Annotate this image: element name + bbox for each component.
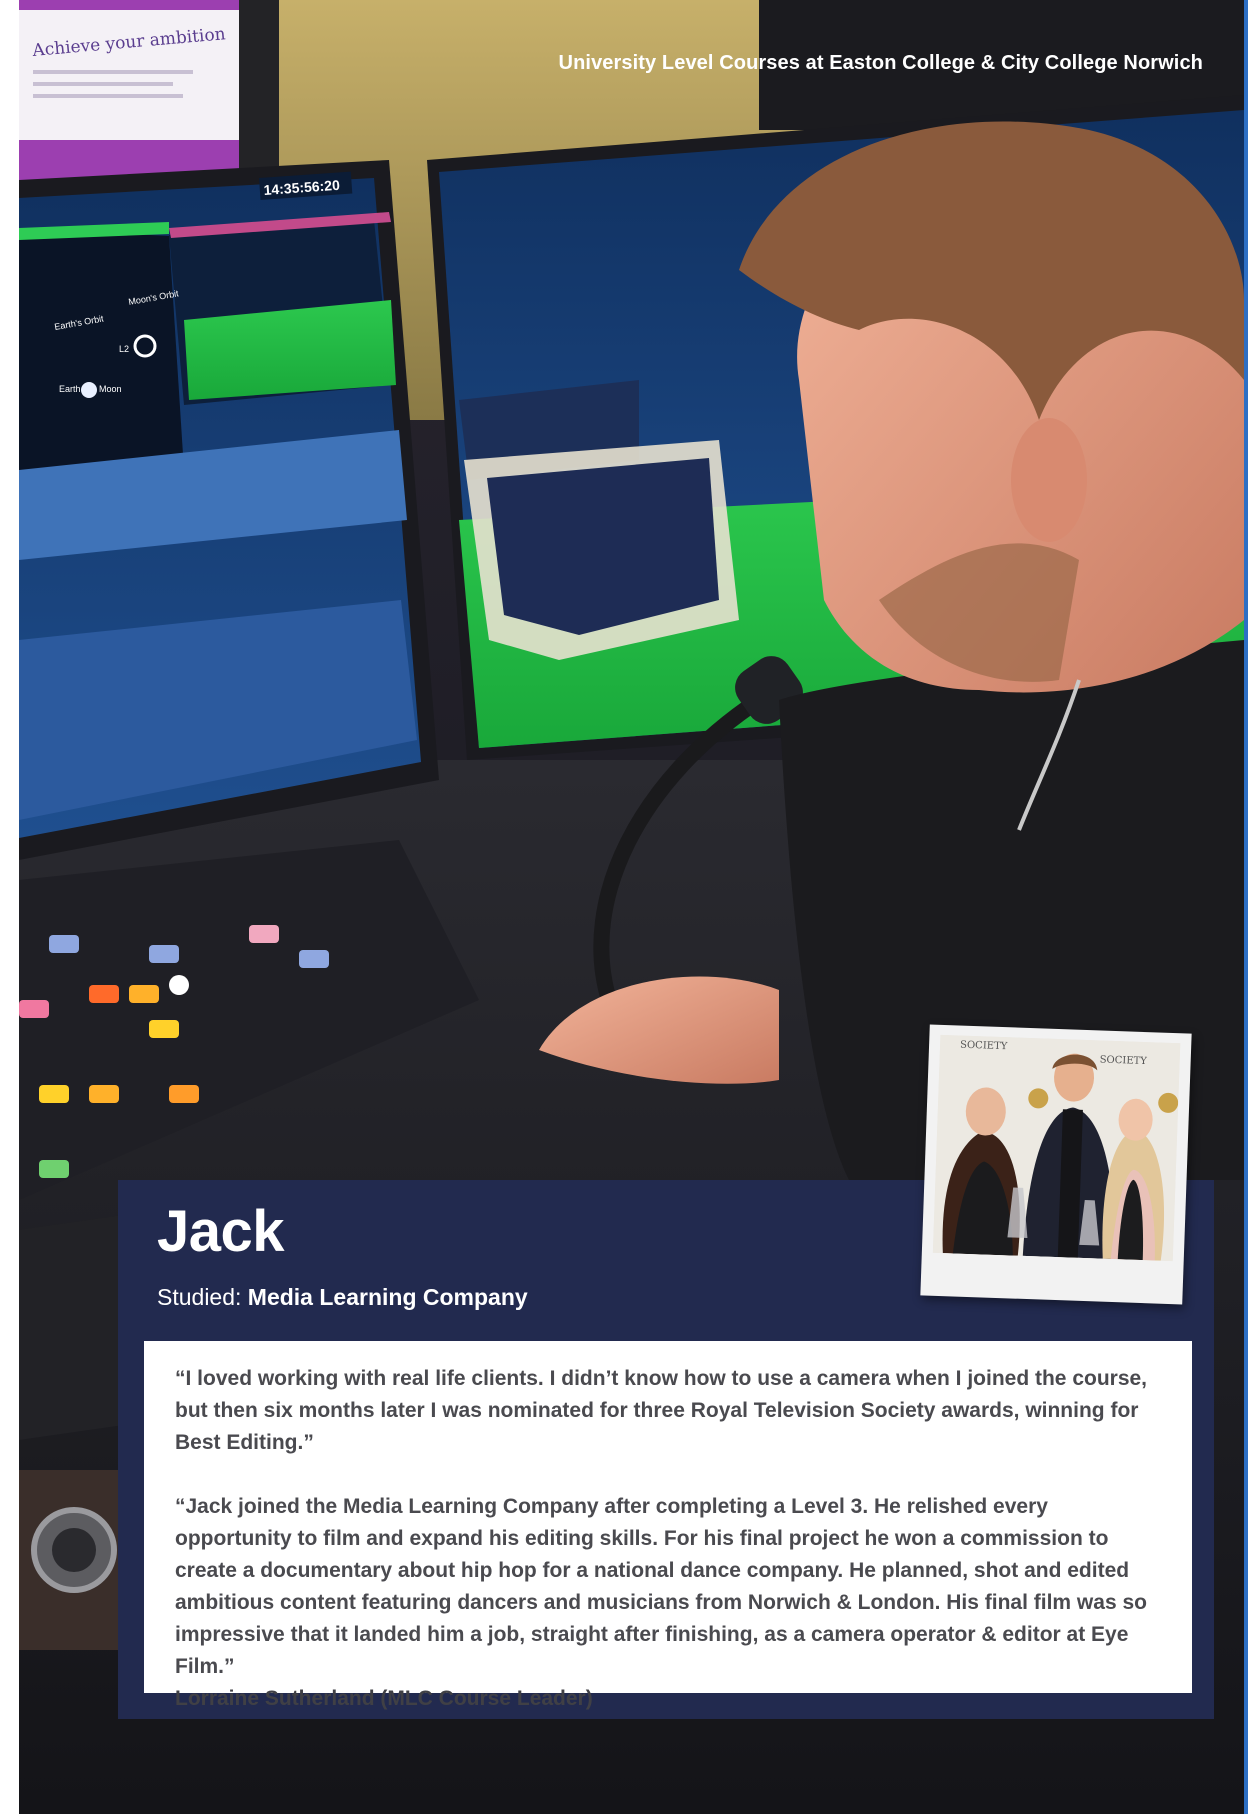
left-page-margin xyxy=(0,0,19,1814)
left-monitor: Earth's Orbit Moon's Orbit Earth Moon L2… xyxy=(19,160,439,860)
header-title: University Level Courses at Easton Colle… xyxy=(558,52,1203,74)
orbit-label-l2: L2 xyxy=(119,344,129,354)
brochure-page: Achieve your ambition Earth's Orbit Moon… xyxy=(0,0,1251,1814)
right-page-margin xyxy=(1244,0,1251,1814)
studied-label: Studied: xyxy=(157,1284,242,1310)
wristwatch xyxy=(19,1470,119,1650)
backdrop-word: SOCIETY xyxy=(1099,1054,1147,1067)
student-name: Jack xyxy=(157,1199,285,1264)
course-leader-attribution: Lorraine Sutherland (MLC Course Leader) xyxy=(175,1687,593,1710)
award-photo-illustration: SOCIETY SOCIETY xyxy=(932,1034,1181,1262)
course-name: Media Learning Company xyxy=(247,1284,528,1310)
orbit-label-moon: Moon xyxy=(99,384,122,394)
studied-line: Studied: Media Learning Company xyxy=(157,1284,528,1311)
student-quote: “I loved working with real life clients.… xyxy=(175,1367,1148,1454)
course-leader-quote: “Jack joined the Media Learning Company … xyxy=(175,1495,1147,1678)
accent-edge xyxy=(1244,0,1248,1814)
orbit-label-earth: Earth xyxy=(59,384,81,394)
wall-poster: Achieve your ambition xyxy=(19,0,239,190)
award-polaroid-photo: SOCIETY SOCIETY xyxy=(920,1024,1192,1305)
award-photo: SOCIETY SOCIETY xyxy=(932,1034,1181,1262)
backdrop-word: SOCIETY xyxy=(960,1040,1008,1053)
quote-box: “I loved working with real life clients.… xyxy=(144,1341,1192,1710)
